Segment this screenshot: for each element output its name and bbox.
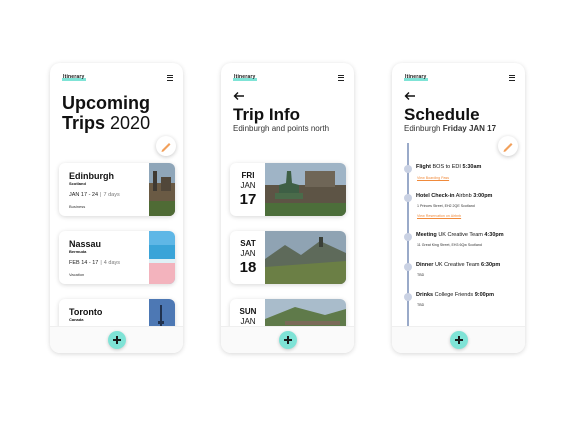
event-title: Flight BOS to EDI 5:30am: [416, 164, 482, 170]
event-title: Dinner UK Creative Team 6:30pm: [416, 262, 501, 268]
trip-city: Nassau: [69, 239, 102, 249]
day-month: JAN: [240, 249, 256, 258]
event-detail: TBD: [417, 303, 425, 307]
timeline-dot: [404, 293, 412, 301]
page-title-word: Trips: [62, 113, 106, 133]
trip-date-range: FEB 14 - 17: [69, 260, 99, 266]
day-month: JAN: [240, 181, 256, 190]
day-of-week: FRI: [241, 171, 255, 180]
nassau-beach-photo: [149, 231, 175, 284]
event-title: Drinks College Friends 9:00pm: [416, 292, 494, 298]
timeline-dot: [404, 233, 412, 241]
event-title: Meeting UK Creative Team 4:30pm: [416, 232, 504, 238]
trip-country: Scotland: [69, 181, 86, 186]
top-bar: Itinerary: [404, 74, 515, 84]
pencil-icon: [503, 143, 513, 152]
trip-card[interactable]: Nassau Bermuda FEB 14 - 17 | 4 days Vacati…: [59, 231, 175, 284]
trip-city: Toronto: [69, 307, 103, 317]
event-link[interactable]: View Boarding Pass: [417, 176, 449, 180]
day-number: 17: [239, 191, 257, 208]
add-event-button[interactable]: [449, 331, 468, 349]
trip-duration: 4 days: [103, 260, 121, 266]
highlands-photo: [265, 231, 346, 284]
trip-city: Edinburgh: [69, 171, 114, 181]
event-detail: TBD: [417, 273, 425, 277]
hamburger-icon[interactable]: [167, 75, 173, 82]
day-month: JAN: [240, 317, 256, 326]
edit-button[interactable]: [498, 136, 518, 156]
day-number: 18: [239, 259, 257, 276]
event-detail: 11 Great King Street, EH3 6Qw Scotland: [417, 243, 482, 247]
page-title-line1: Upcoming: [62, 93, 150, 113]
back-arrow-icon[interactable]: [233, 91, 245, 101]
event-title: Hotel Check-in Airbnb 3:00pm: [416, 193, 493, 199]
edit-button[interactable]: [156, 136, 176, 156]
day-card[interactable]: FRI JAN 17: [230, 163, 346, 216]
event-link[interactable]: View Reservation on Airbnb: [417, 214, 461, 218]
schedule-event[interactable]: Hotel Check-in Airbnb 3:00pm 1 Princes S…: [404, 193, 521, 223]
schedule-screen: Itinerary Schedule Edinburgh Friday JAN …: [392, 63, 525, 353]
schedule-city: Edinburgh: [404, 124, 441, 133]
event-detail: 1 Princes Street, EH2 2QE Scotland: [417, 204, 475, 208]
page-title-year: 2020: [110, 113, 151, 133]
timeline-dot: [404, 194, 412, 202]
trip-duration: 7 days: [103, 192, 120, 198]
trip-info-screen: Itinerary Trip Info Edinburgh and points…: [221, 63, 354, 353]
page-title: Trip Info: [233, 105, 301, 124]
fountain-castle-photo: [265, 163, 346, 216]
back-arrow-icon[interactable]: [404, 91, 416, 101]
trip-tag: Business: [69, 204, 86, 209]
page-subtitle: Edinburgh and points north: [233, 124, 330, 133]
top-bar: Itinerary: [62, 74, 173, 84]
day-card[interactable]: SAT JAN 18: [230, 231, 346, 284]
schedule-event[interactable]: Meeting UK Creative Team 4:30pm 11 Great…: [404, 232, 521, 252]
schedule-date: Friday JAN 17: [442, 124, 497, 133]
bottom-bar: [50, 326, 183, 353]
app-logo: Itinerary: [62, 74, 86, 81]
trip-tag: Vacation: [69, 272, 85, 277]
trip-dates: JAN 17 - 24 | 7 days: [69, 192, 120, 198]
hamburger-icon[interactable]: [509, 75, 515, 82]
schedule-event[interactable]: Flight BOS to EDI 5:30am View Boarding P…: [404, 164, 521, 186]
top-bar: Itinerary: [233, 74, 344, 84]
page-title: Upcoming Trips 2020: [62, 93, 150, 133]
schedule-event[interactable]: Dinner UK Creative Team 6:30pm TBD: [404, 262, 521, 282]
trip-card[interactable]: Edinburgh Scotland JAN 17 - 24 | 7 days Bu…: [59, 163, 175, 216]
trip-dates: FEB 14 - 17 | 4 days: [69, 260, 121, 266]
timeline-dot: [404, 165, 412, 173]
schedule-event[interactable]: Drinks College Friends 9:00pm TBD: [404, 292, 521, 312]
hamburger-icon[interactable]: [338, 75, 344, 82]
app-logo: Itinerary: [233, 74, 257, 81]
trip-date-range: JAN 17 - 24: [69, 192, 99, 198]
app-logo: Itinerary: [404, 74, 428, 81]
day-of-week: SUN: [239, 307, 257, 316]
add-trip-button[interactable]: [107, 331, 126, 349]
timeline-dot: [404, 263, 412, 271]
page-title: Schedule: [404, 105, 480, 124]
upcoming-trips-screen: Itinerary Upcoming Trips 2020 Edinburgh …: [50, 63, 183, 353]
trip-country: Canada: [69, 317, 84, 322]
edinburgh-photo: [149, 163, 175, 216]
day-of-week: SAT: [240, 239, 256, 248]
pencil-icon: [161, 143, 171, 152]
add-day-button[interactable]: [278, 331, 297, 349]
bottom-bar: [392, 326, 525, 353]
trip-country: Bermuda: [69, 249, 87, 254]
page-subtitle: Edinburgh Friday JAN 17: [404, 124, 496, 133]
bottom-bar: [221, 326, 354, 353]
